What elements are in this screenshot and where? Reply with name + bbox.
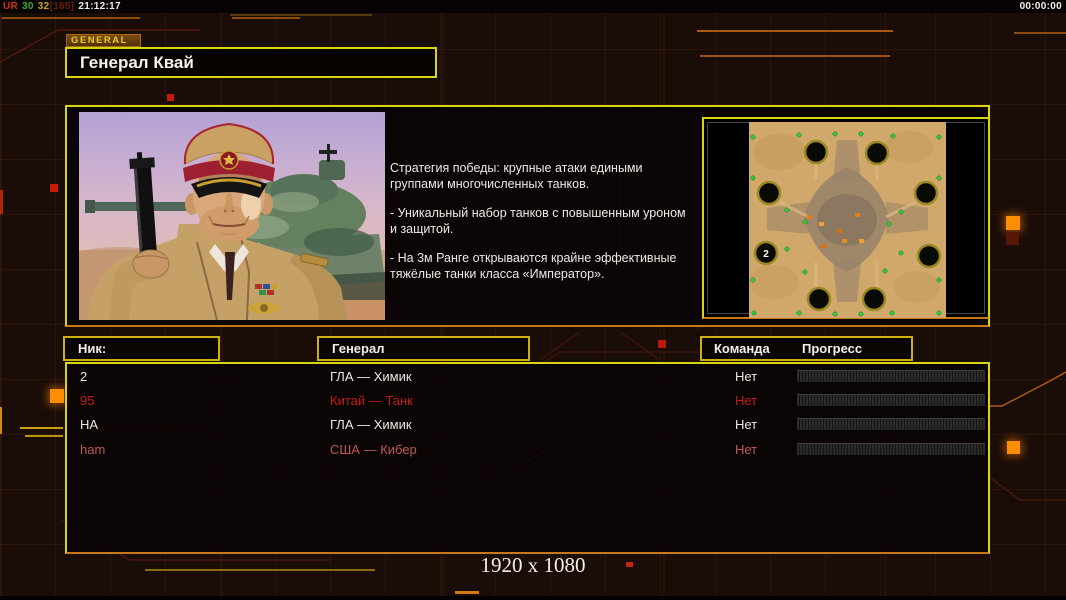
general-portrait [34, 112, 439, 337]
player-nick: НА [80, 417, 99, 433]
header-team-label: Команда [714, 341, 770, 356]
description-paragraph: - На 3м Ранге открываются крайне эффекти… [390, 251, 677, 281]
header-team-progress: Команда Прогресс [700, 336, 913, 361]
decor-red-square [167, 94, 174, 101]
player-row: 2 ГЛА — Химик Нет [67, 367, 988, 391]
resolution-label: 1920 x 1080 [480, 553, 586, 577]
player-general: ГЛА — Химик [330, 369, 412, 384]
header-general: Генерал [317, 336, 530, 361]
player-general: ГЛА — Химик [330, 417, 412, 433]
general-name: Генерал Квай [80, 53, 194, 72]
general-title-box: Генерал Квай [65, 47, 437, 78]
start-position-marker: 2 [763, 249, 769, 260]
status-part: 30 [22, 1, 34, 12]
player-nick: ham [80, 441, 106, 457]
status-part: UR [3, 1, 19, 12]
player-team: Нет [735, 369, 758, 384]
decor-red-square [50, 184, 58, 192]
player-general: США — Кибер [330, 441, 417, 457]
decor-line [2, 17, 140, 19]
match-timer: 00:00:00 [1019, 1, 1062, 12]
portrait-illustration [34, 112, 439, 337]
loading-screen: { "status_bar": { "session_parts": [ {"t… [0, 0, 1066, 600]
player-progress-bar [797, 418, 985, 432]
player-team: Нет [735, 441, 758, 457]
description-paragraph: Стратегия победы: крупные атаки едиными … [390, 161, 643, 191]
decor-line [697, 30, 893, 32]
player-row: ham США — Кибер Нет [67, 440, 988, 464]
general-description: Стратегия победы: крупные атаки едиными … [390, 160, 720, 295]
player-general: Китай — Танк [330, 393, 413, 409]
status-clock: 21:12:17 [78, 1, 121, 12]
decor-line [25, 435, 63, 437]
top-status-bar: UR 30 32[165] 21:12:17 00:00:00 [0, 0, 1066, 13]
decor-line [700, 55, 890, 57]
status-part: 32 [37, 1, 50, 12]
general-info-panel: Стратегия победы: крупные атаки едиными … [34, 105, 990, 337]
player-nick: 95 [80, 393, 95, 409]
player-progress-bar [797, 370, 985, 383]
decor-orange-square [1007, 441, 1020, 454]
player-row: 95 Китай — Танк Нет [67, 391, 988, 415]
decor-darkred-square [1006, 232, 1019, 245]
header-progress-label: Прогресс [802, 341, 863, 356]
players-table: 2 ГЛА — Химик Нет 95 Китай — Танк Нет НА… [65, 362, 990, 554]
player-progress-bar [797, 442, 985, 456]
decor-line [1014, 32, 1066, 34]
decor-edge-bar [0, 190, 3, 214]
decor-red-square [658, 340, 666, 348]
bottom-bar [0, 596, 1066, 600]
general-tab-label: GENERAL [66, 34, 141, 47]
map-thumbnail: 2 [749, 122, 946, 318]
decor-orange-square [1006, 216, 1020, 230]
header-nick: Ник: [63, 336, 220, 361]
session-status: UR 30 32[165] 21:12:17 [3, 1, 125, 12]
decor-line [455, 591, 479, 594]
decor-edge-bar [0, 407, 2, 434]
player-nick: 2 [80, 369, 88, 384]
map-preview: 2 [702, 117, 990, 319]
player-row: НА ГЛА — Химик Нет [67, 415, 988, 439]
decor-orange-square [50, 389, 64, 403]
description-paragraph: - Уникальный набор танков с повышенным у… [390, 206, 686, 236]
decor-line [232, 17, 300, 19]
player-team: Нет [735, 393, 758, 409]
decor-line [20, 427, 63, 429]
status-part: [165] [49, 1, 75, 12]
player-progress-bar [797, 394, 985, 408]
player-team: Нет [735, 417, 758, 433]
